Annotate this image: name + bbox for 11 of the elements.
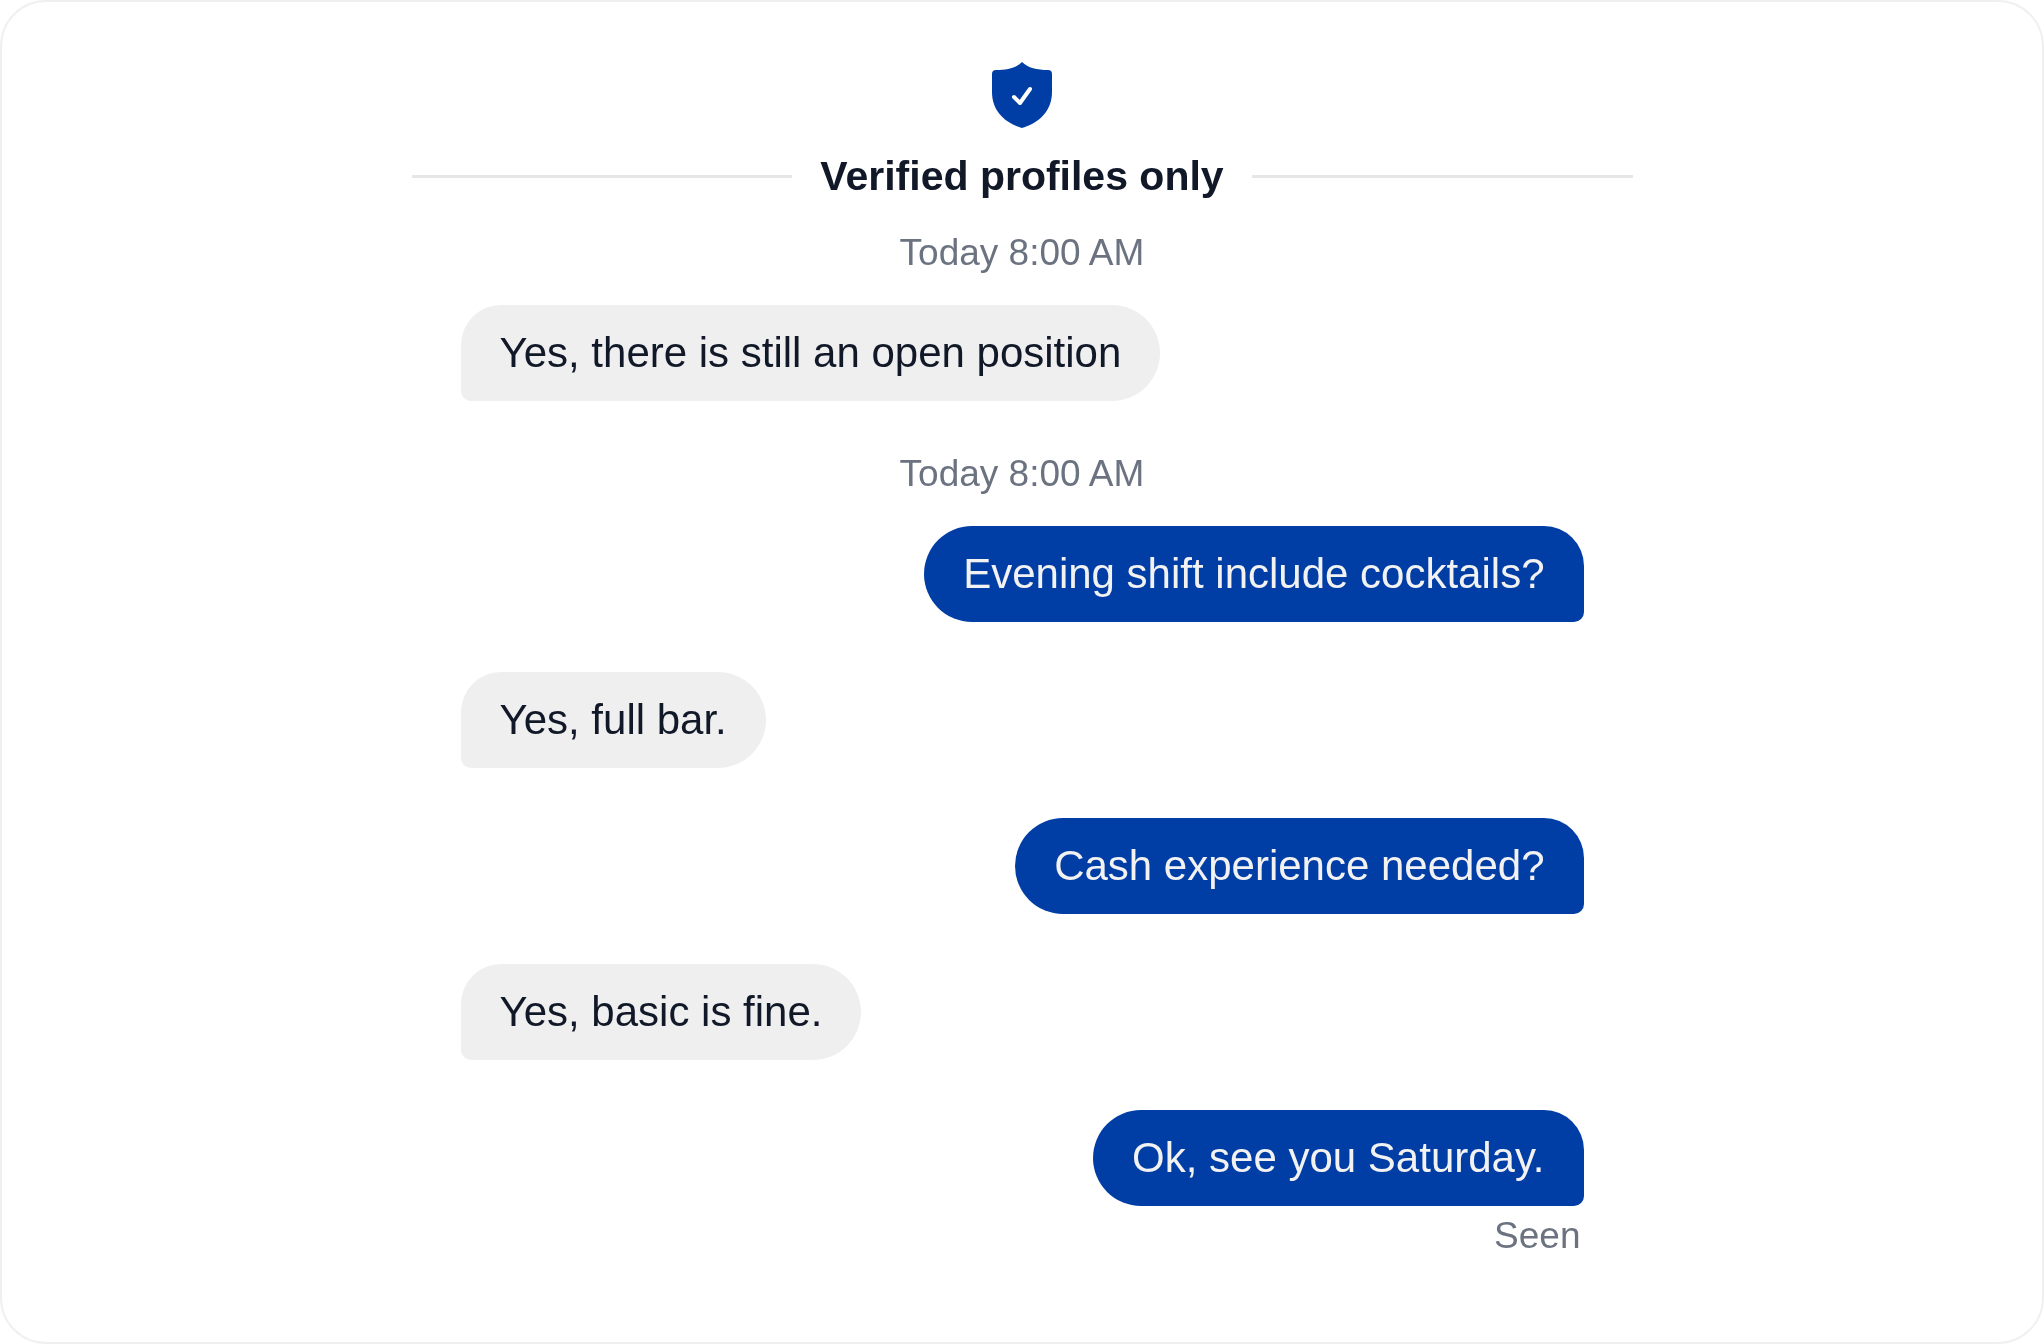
sent-message: Cash experience needed? [1015, 818, 1584, 914]
section-title: Verified profiles only [820, 152, 1224, 201]
timestamp: Today 8:00 AM [899, 452, 1145, 496]
received-message: Yes, full bar. [460, 672, 766, 768]
received-message: Yes, there is still an open position [460, 305, 1161, 401]
received-message: Yes, basic is fine. [460, 964, 862, 1060]
sent-message: Ok, see you Saturday. [1093, 1110, 1584, 1206]
read-receipt: Seen [1494, 1214, 1581, 1258]
shield-check-icon [991, 62, 1053, 128]
sent-message: Evening shift include cocktails? [924, 526, 1584, 622]
timestamp: Today 8:00 AM [899, 231, 1145, 275]
